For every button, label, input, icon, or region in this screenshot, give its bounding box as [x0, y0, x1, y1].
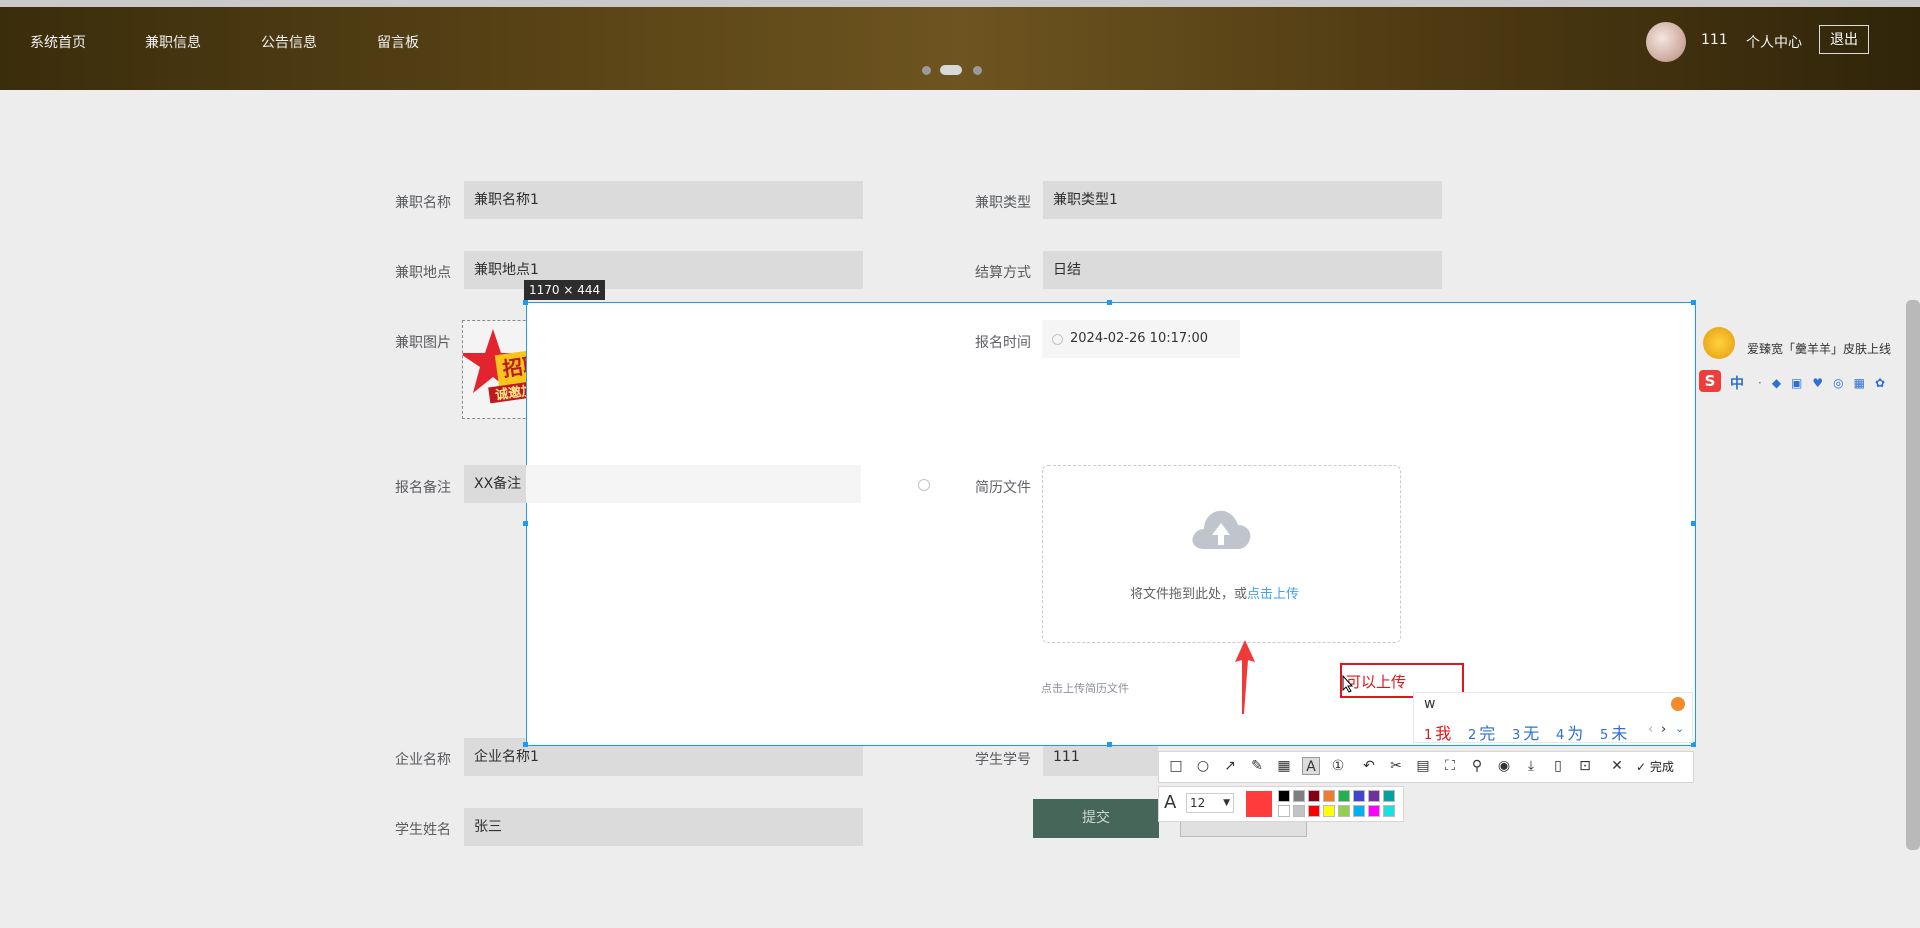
current-color-swatch[interactable]	[1246, 791, 1272, 817]
ime-candidate[interactable]: 1我	[1424, 720, 1451, 744]
color-swatch[interactable]	[1293, 805, 1305, 817]
phone-icon[interactable]: ▯	[1549, 757, 1567, 775]
upload-hint: 点击上传简历文件	[1041, 682, 1129, 695]
annotation-arrow[interactable]	[1230, 640, 1260, 715]
color-swatch[interactable]	[1338, 805, 1350, 817]
upload-click-link[interactable]: 点击上传	[1247, 587, 1299, 602]
note-input[interactable]	[526, 465, 861, 503]
signup-time-field[interactable]: 2024-02-26 10:17:00	[1042, 320, 1240, 358]
done-button[interactable]: ✓ 完成	[1636, 758, 1674, 775]
upload-cloud-icon	[1192, 510, 1251, 549]
upload-instruction: 将文件拖到此处，或点击上传	[1130, 583, 1299, 602]
color-palette	[1278, 790, 1398, 818]
ime-expand-icon[interactable]: ⌄	[1675, 722, 1684, 735]
selection-handle[interactable]	[1691, 521, 1696, 526]
mouse-cursor-icon	[1342, 675, 1354, 693]
selection-handle[interactable]	[523, 300, 528, 305]
ime-candidate[interactable]: 2完	[1468, 720, 1495, 744]
signup-time-label: 报名时间	[975, 335, 1031, 351]
selection-handle[interactable]	[1107, 742, 1112, 747]
clock-icon	[1052, 334, 1063, 345]
logout-button[interactable]: 退出	[1819, 25, 1869, 54]
carousel-dot[interactable]	[973, 66, 982, 75]
clear-icon[interactable]	[918, 479, 930, 491]
text-tool-icon[interactable]: A	[1302, 757, 1320, 775]
nav-home[interactable]: 系统首页	[30, 32, 86, 52]
color-swatch[interactable]	[1353, 805, 1365, 817]
check-icon: ✓	[1636, 760, 1650, 774]
ime-candidate[interactable]: 3无	[1512, 720, 1539, 744]
sogou-promo[interactable]: 爱臻宽「羹羊羊」皮肤上线	[1747, 340, 1891, 357]
selection-size-label: 1170 × 444	[524, 280, 606, 300]
nav-jobs[interactable]: 兼职信息	[145, 32, 201, 52]
download-icon[interactable]: ⤓	[1522, 757, 1540, 775]
color-swatch[interactable]	[1368, 790, 1380, 802]
font-size-select[interactable]: 12 ▼	[1186, 793, 1234, 813]
color-swatch[interactable]	[1323, 790, 1335, 802]
selection-handle[interactable]	[1107, 300, 1112, 305]
color-swatch[interactable]	[1278, 805, 1290, 817]
mosaic-tool-icon[interactable]: ▦	[1275, 757, 1293, 775]
personal-center-link[interactable]: 个人中心	[1746, 32, 1802, 52]
user-id: 111	[1701, 32, 1728, 48]
undo-icon[interactable]: ↶	[1360, 757, 1378, 775]
color-swatch[interactable]	[1383, 805, 1395, 817]
record-icon[interactable]: ◉	[1495, 757, 1513, 775]
color-swatch[interactable]	[1308, 805, 1320, 817]
color-swatch[interactable]	[1368, 805, 1380, 817]
avatar[interactable]	[1646, 22, 1686, 62]
color-swatch[interactable]	[1308, 790, 1320, 802]
pen-tool-icon[interactable]: ✎	[1248, 757, 1266, 775]
nav-board[interactable]: 留言板	[377, 32, 419, 52]
color-swatch[interactable]	[1338, 790, 1350, 802]
ellipse-tool-icon[interactable]: ○	[1194, 757, 1212, 775]
dropdown-icon: ▼	[1223, 798, 1230, 808]
ime-next-icon[interactable]: ›	[1661, 722, 1666, 737]
top-strip	[0, 0, 1920, 7]
rectangle-tool-icon[interactable]: □	[1167, 757, 1185, 775]
ime-input: w	[1424, 696, 1436, 712]
page-scrollbar[interactable]	[1906, 300, 1920, 850]
ime-mode[interactable]: 中	[1730, 373, 1744, 393]
color-swatch[interactable]	[1323, 805, 1335, 817]
selection-handle[interactable]	[523, 742, 528, 747]
number-tool-icon[interactable]: ①	[1329, 757, 1347, 775]
ocr-icon[interactable]: ▤	[1414, 757, 1432, 775]
ime-candidate[interactable]: 4为	[1556, 720, 1583, 744]
close-icon[interactable]: ✕	[1608, 757, 1626, 775]
resume-label: 简历文件	[975, 480, 1031, 496]
done-label: 完成	[1649, 760, 1674, 774]
font-icon: A	[1164, 792, 1177, 813]
sun-mascot-icon	[1703, 327, 1735, 359]
annotation-text: 可以上传	[1346, 673, 1407, 691]
color-swatch[interactable]	[1353, 790, 1365, 802]
bookmark-icon[interactable]: ⊡	[1576, 757, 1594, 775]
nav-notices[interactable]: 公告信息	[261, 32, 317, 52]
sogou-toolbar-icons[interactable]: ·◆▣♥◎▦✿	[1758, 376, 1908, 390]
carousel-dot[interactable]	[922, 66, 931, 75]
ime-prev-icon[interactable]: ‹	[1648, 722, 1653, 737]
carousel-dot-active[interactable]	[940, 65, 962, 75]
sogou-logo-icon[interactable]: S	[1699, 370, 1721, 392]
color-swatch[interactable]	[1278, 790, 1290, 802]
selection-handle[interactable]	[1691, 300, 1696, 305]
selection-handle[interactable]	[523, 521, 528, 526]
color-swatch[interactable]	[1293, 790, 1305, 802]
color-swatch[interactable]	[1383, 790, 1395, 802]
pin-icon[interactable]: ⚲	[1468, 757, 1486, 775]
arrow-tool-icon[interactable]: ↗	[1221, 757, 1239, 775]
upload-instruction-text: 将文件拖到此处，或	[1130, 587, 1248, 602]
ime-candidate[interactable]: 5未	[1600, 720, 1627, 744]
scan-icon[interactable]: ⛶	[1441, 757, 1459, 775]
crop-tool-icon[interactable]: ✂	[1387, 757, 1405, 775]
sogou-logo-icon	[1671, 697, 1685, 711]
